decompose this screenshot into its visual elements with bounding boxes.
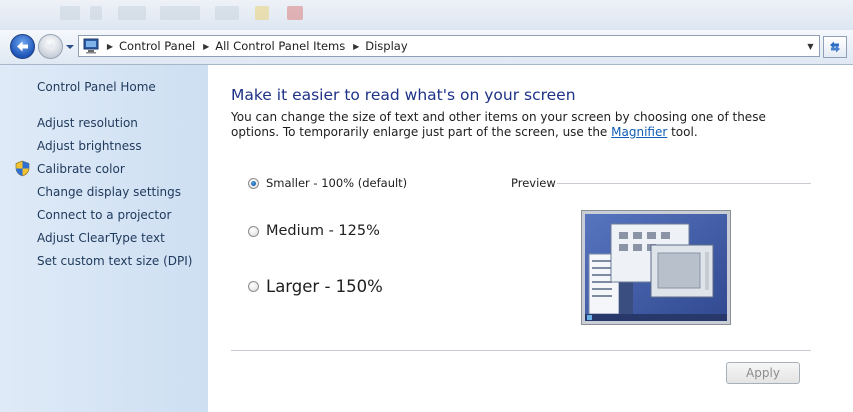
main-content: Make it easier to read what's on your sc… <box>208 65 853 412</box>
refresh-icon <box>830 41 840 53</box>
forward-arrow-icon <box>45 41 56 52</box>
breadcrumb-display[interactable]: Display <box>363 39 411 53</box>
description-text-end: tool. <box>667 125 698 139</box>
address-bar[interactable]: ▶ Control Panel ▶ All Control Panel Item… <box>78 35 820 57</box>
preview-divider <box>557 183 811 184</box>
preview-image <box>581 210 731 325</box>
magnifier-link[interactable]: Magnifier <box>611 125 667 139</box>
radio-medium[interactable] <box>248 225 259 237</box>
option-larger[interactable]: Larger - 150% <box>248 277 383 296</box>
shield-icon <box>15 160 30 177</box>
preview-label: Preview <box>511 176 556 190</box>
radio-smaller[interactable] <box>248 177 259 189</box>
breadcrumb-control-panel[interactable]: Control Panel <box>117 39 199 53</box>
sidebar-item-custom-text-size[interactable]: Set custom text size (DPI) <box>37 254 192 268</box>
background-toolbar <box>0 0 853 30</box>
option-smaller-label: Smaller - 100% (default) <box>266 176 408 190</box>
option-medium-label: Medium - 125% <box>266 223 380 239</box>
breadcrumb-separator-icon[interactable]: ▶ <box>349 42 363 51</box>
control-panel-icon <box>83 38 99 54</box>
sidebar-item-adjust-cleartype[interactable]: Adjust ClearType text <box>37 231 165 245</box>
page-description: You can change the size of text and othe… <box>231 110 811 140</box>
sidebar-item-connect-projector[interactable]: Connect to a projector <box>37 208 171 222</box>
option-medium[interactable]: Medium - 125% <box>248 223 380 239</box>
sidebar-item-change-display-settings[interactable]: Change display settings <box>37 185 181 199</box>
option-smaller[interactable]: Smaller - 100% (default) <box>248 176 407 190</box>
sidebar-item-calibrate-color[interactable]: Calibrate color <box>37 162 125 176</box>
forward-button[interactable] <box>38 34 63 59</box>
breadcrumb-separator-icon[interactable]: ▶ <box>199 42 213 51</box>
page-title: Make it easier to read what's on your sc… <box>231 86 576 104</box>
breadcrumb-separator-icon[interactable]: ▶ <box>103 42 117 51</box>
left-navigation-pane: Control Panel Home Adjust resolution Adj… <box>0 65 208 412</box>
bottom-divider <box>231 350 811 351</box>
radio-larger[interactable] <box>248 281 259 292</box>
sidebar-item-control-panel-home[interactable]: Control Panel Home <box>37 80 156 94</box>
back-arrow-icon <box>17 41 28 52</box>
sidebar-item-adjust-resolution[interactable]: Adjust resolution <box>37 116 138 130</box>
breadcrumb-all-items[interactable]: All Control Panel Items <box>213 39 349 53</box>
address-dropdown-icon[interactable]: ▼ <box>802 36 819 56</box>
recent-pages-chevron-icon[interactable] <box>65 42 75 52</box>
sidebar-item-adjust-brightness[interactable]: Adjust brightness <box>37 139 142 153</box>
apply-button[interactable]: Apply <box>726 362 800 384</box>
option-larger-label: Larger - 150% <box>266 277 383 296</box>
navigation-bar: ▶ Control Panel ▶ All Control Panel Item… <box>0 30 853 65</box>
refresh-button[interactable] <box>823 36 847 58</box>
back-button[interactable] <box>10 34 35 59</box>
